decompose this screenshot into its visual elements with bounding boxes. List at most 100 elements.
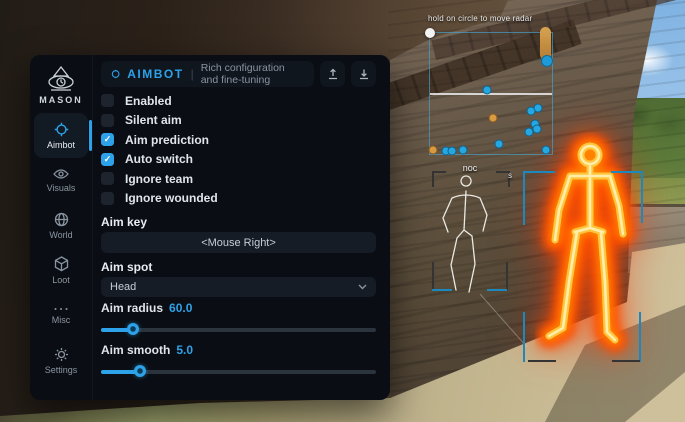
sidebar-item-settings[interactable]: Settings <box>34 338 88 383</box>
radar-axis-line <box>430 93 552 95</box>
enemy-box-corner-bl <box>523 312 527 362</box>
checkbox[interactable] <box>101 192 114 205</box>
brand-name: MASON <box>39 95 83 105</box>
aim-radius-row: Aim radius 60.0 <box>101 301 376 315</box>
skeleton-box-corner-br <box>506 262 510 290</box>
sidebar-item-label: Aimbot <box>47 140 75 150</box>
eye-icon <box>53 168 69 180</box>
export-config-button[interactable] <box>320 61 345 87</box>
radar-drag-handle[interactable] <box>425 28 435 38</box>
tab-content: AIMBOT | Rich configuration and fine-tun… <box>93 55 390 400</box>
aim-spot-label: Aim spot <box>101 260 376 274</box>
skeleton-box-bl-foot <box>432 289 452 293</box>
aim-spot-value: Head <box>110 281 358 293</box>
checkbox[interactable] <box>101 153 114 166</box>
upload-icon <box>327 68 339 80</box>
slider-thumb[interactable] <box>134 365 146 377</box>
sidebar-item-loot[interactable]: Loot <box>34 248 88 293</box>
toggle-enabled[interactable]: Enabled <box>101 91 376 111</box>
sidebar-item-visuals[interactable]: Visuals <box>34 158 88 203</box>
dots-icon <box>53 306 69 312</box>
sidebar-item-world[interactable]: World <box>34 203 88 248</box>
header-row: AIMBOT | Rich configuration and fine-tun… <box>101 61 376 87</box>
toggle-label: Ignore wounded <box>125 191 218 205</box>
sidebar-item-aimbot[interactable]: Aimbot <box>34 113 88 158</box>
brand: MASON <box>39 65 83 105</box>
radar-dot-blue <box>495 140 504 149</box>
enemy-box-corner-br <box>639 312 643 362</box>
radar-dot-blue <box>542 146 551 155</box>
slider-thumb[interactable] <box>127 323 139 335</box>
mason-logo-icon <box>43 65 79 93</box>
sidebar-item-label: Loot <box>52 275 70 285</box>
radar-dot-blue <box>459 146 468 155</box>
checkbox[interactable] <box>101 114 114 127</box>
radar-tooltip: hold on circle to move radar <box>428 14 532 23</box>
aim-radius-label: Aim radius <box>101 301 163 315</box>
skeleton-esp <box>428 168 513 298</box>
aim-key-button[interactable]: <Mouse Right> <box>101 232 376 253</box>
toggle-auto-switch[interactable]: Auto switch <box>101 150 376 170</box>
toggle-label: Silent aim <box>125 113 182 127</box>
radar-dot-blue <box>534 104 543 113</box>
toggle-ignore-wounded[interactable]: Ignore wounded <box>101 189 376 209</box>
toggle-label: Auto switch <box>125 152 193 166</box>
header-divider: | <box>191 67 194 81</box>
skeleton-box-corner-bl <box>432 262 436 290</box>
aim-smooth-value: 5.0 <box>176 343 193 357</box>
toggle-silent-aim[interactable]: Silent aim <box>101 111 376 131</box>
toggle-label: Enabled <box>125 94 172 108</box>
enemy-box-corner-tl <box>523 171 555 225</box>
skeleton-box-corner-tl <box>432 171 446 187</box>
header-pill: AIMBOT | Rich configuration and fine-tun… <box>101 61 314 87</box>
screen: hold on circle to move radar noc s <box>0 0 685 422</box>
radar <box>429 32 553 155</box>
aim-spot-select[interactable]: Head <box>101 277 376 297</box>
sidebar-item-label: Settings <box>45 365 78 375</box>
aim-smooth-slider[interactable] <box>101 365 376 377</box>
enemy-player-glow <box>535 132 645 362</box>
cheat-menu-panel: MASON Aimbot Visuals World <box>30 55 390 400</box>
enemy-box-br-foot <box>612 360 640 364</box>
aim-smooth-label: Aim smooth <box>101 343 170 357</box>
sidebar-item-misc[interactable]: Misc <box>34 293 88 338</box>
toggle-list: Enabled Silent aim Aim prediction Auto s… <box>101 91 376 208</box>
radar-dot-blue <box>483 86 492 95</box>
toggle-aim-prediction[interactable]: Aim prediction <box>101 130 376 150</box>
sidebar-item-label: Visuals <box>47 183 76 193</box>
box-icon <box>54 256 69 272</box>
enemy-box-corner-tr <box>611 171 643 223</box>
checkbox[interactable] <box>101 172 114 185</box>
item-marker-dot <box>541 55 553 67</box>
checkbox[interactable] <box>101 94 114 107</box>
radar-dot-blue <box>448 147 457 156</box>
skeleton-box-br-foot <box>487 289 507 293</box>
enemy-box-bl-foot <box>528 360 556 364</box>
slider-track[interactable] <box>101 328 376 332</box>
toggle-label: Aim prediction <box>125 133 209 147</box>
sidebar-item-label: Misc <box>52 315 71 325</box>
import-config-button[interactable] <box>351 61 376 87</box>
checkbox[interactable] <box>101 133 114 146</box>
sidebar: MASON Aimbot Visuals World <box>30 55 93 400</box>
aim-radius-slider[interactable] <box>101 323 376 335</box>
toggle-label: Ignore team <box>125 172 193 186</box>
aim-radius-value: 60.0 <box>169 301 192 315</box>
radar-dot-orange <box>489 114 498 123</box>
chevron-down-icon <box>358 284 367 290</box>
download-icon <box>358 68 370 80</box>
esp-player-name: noc <box>450 163 490 173</box>
gear-icon <box>54 347 69 362</box>
page-subtitle: Rich configuration and fine-tuning <box>201 62 304 86</box>
esp-distance-tag: s <box>508 171 512 180</box>
globe-icon <box>54 212 69 227</box>
toggle-ignore-team[interactable]: Ignore team <box>101 169 376 189</box>
radar-dot-blue <box>533 125 542 134</box>
crosshair-ring-icon <box>111 67 120 81</box>
radar-dot-orange <box>429 146 438 155</box>
aim-key-label: Aim key <box>101 215 376 229</box>
aim-smooth-row: Aim smooth 5.0 <box>101 343 376 357</box>
sidebar-item-label: World <box>49 230 72 240</box>
page-title: AIMBOT <box>127 67 183 81</box>
crosshair-icon <box>54 122 69 137</box>
